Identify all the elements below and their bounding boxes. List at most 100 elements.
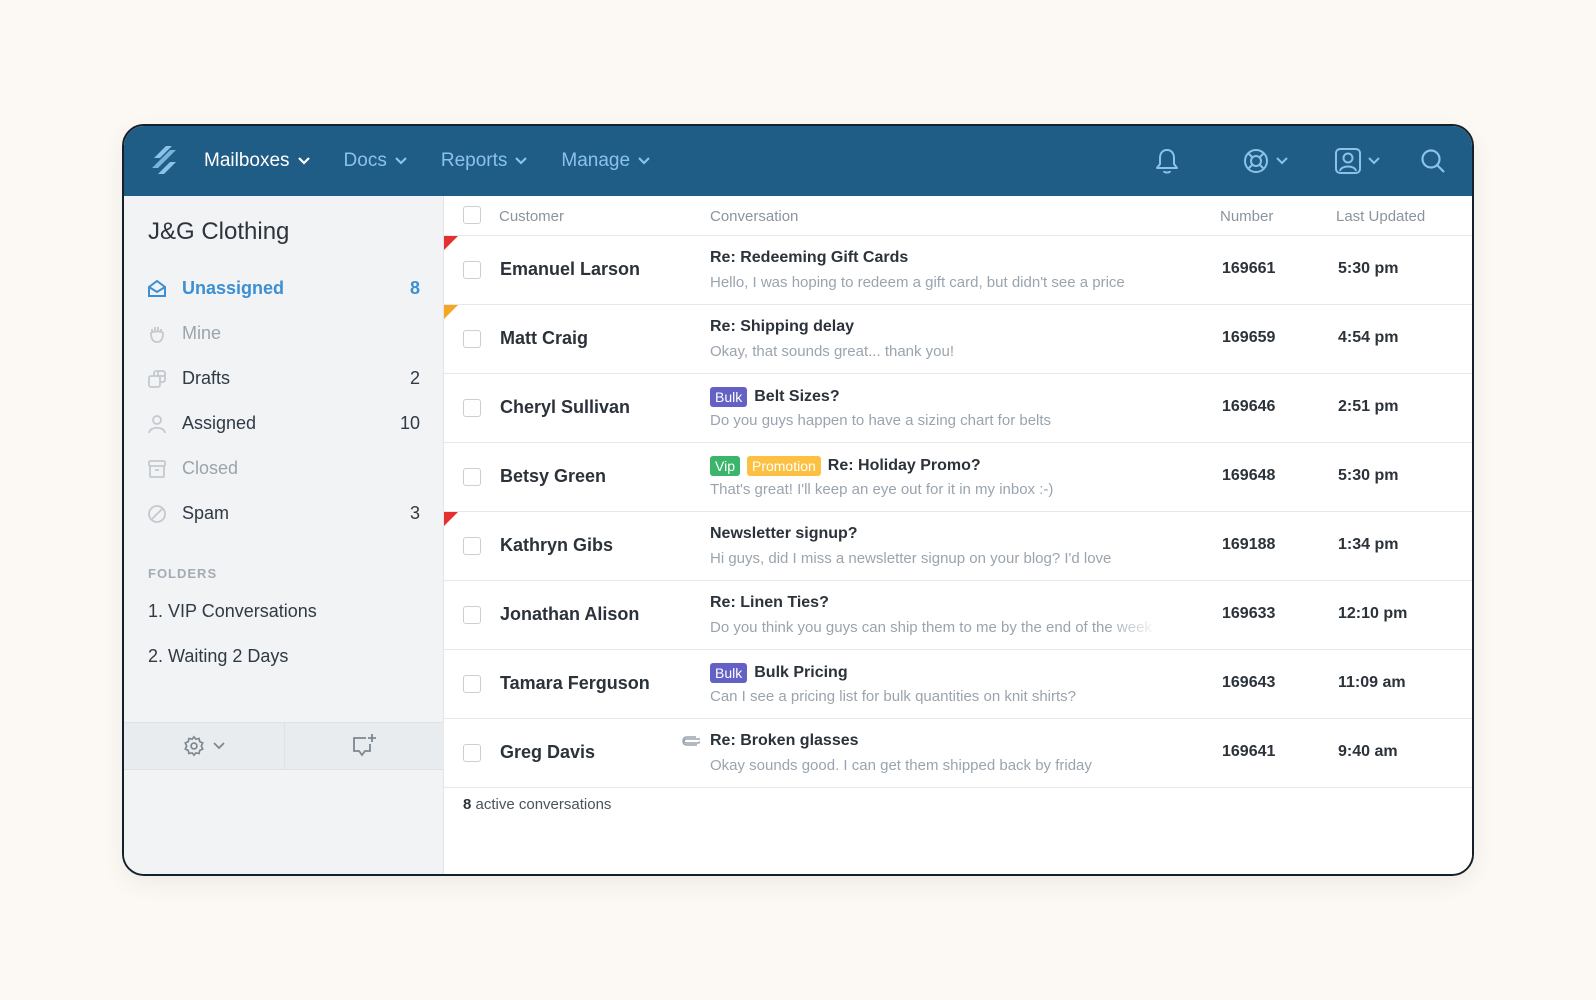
customer-name: Kathryn Gibs [500, 535, 614, 555]
table-row[interactable]: Jonathan Alison Re: Linen Ties? Do you thi… [444, 581, 1472, 650]
row-checkbox[interactable] [463, 744, 481, 762]
sidebar-item-mine[interactable]: Mine [146, 311, 420, 356]
nav-manage[interactable]: Manage [561, 150, 650, 172]
sidebar-item-unassigned[interactable]: Unassigned 8 [146, 266, 420, 311]
sidebar: J&G Clothing Unassigned 8 Mine Drafts 2 Assig… [124, 196, 444, 874]
table-row[interactable]: Tamara Ferguson Bulk Bulk Pricing Can I see… [444, 650, 1472, 719]
sidebar-item-label: Spam [182, 503, 230, 523]
nav-label: Mailboxes [204, 150, 290, 171]
priority-flag [444, 236, 458, 250]
customer-name: Jonathan Alison [500, 604, 640, 624]
help-menu-button[interactable] [1242, 147, 1288, 175]
select-all-checkbox[interactable] [463, 206, 481, 224]
sidebar-item-count: 3 [409, 503, 420, 523]
header-conversation[interactable]: Conversation [710, 208, 798, 225]
mailbox-settings-button[interactable] [124, 723, 285, 769]
conversation-number: 169646 [1222, 398, 1276, 415]
help-lifebuoy-icon [1244, 149, 1268, 173]
last-updated-time: 5:30 pm [1338, 467, 1399, 484]
chevron-down-icon [515, 157, 528, 165]
nav-mailboxes[interactable]: Mailboxes [204, 150, 310, 172]
mailbox-title: J&G Clothing [148, 218, 290, 245]
conversation-subject-line: Re: Redeeming Gift Cards [710, 249, 908, 267]
table-row[interactable]: Greg Davis Re: Broken glasses Okay sounds … [444, 719, 1472, 788]
conversation-subject: Re: Shipping delay [710, 318, 855, 335]
customer-name: Matt Craig [500, 328, 589, 348]
conversation-number: 169641 [1222, 743, 1276, 760]
search-button[interactable] [1420, 148, 1446, 174]
new-conversation-icon [353, 734, 377, 757]
bell-icon [1156, 149, 1178, 174]
conversation-preview: Hello, I was hoping to redeem a gift car… [710, 274, 1125, 291]
conversation-subject: Re: Holiday Promo? [827, 457, 981, 474]
conversation-subject-line: Re: Broken glasses [710, 732, 859, 750]
conversation-preview: Do you think you guys can ship them to m… [710, 619, 1152, 636]
hand-icon [146, 323, 168, 345]
conversation-subject: Belt Sizes? [754, 388, 840, 405]
table-header: Customer Conversation Number Last Update… [444, 196, 1472, 236]
active-conversations-count: 8 active conversations [463, 796, 611, 813]
table-row[interactable]: Cheryl Sullivan Bulk Belt Sizes? Do you guy… [444, 374, 1472, 443]
conversation-subject-line: Re: Linen Ties? [710, 594, 829, 612]
conversation-number: 169648 [1222, 467, 1276, 484]
header-last-updated[interactable]: Last Updated [1336, 208, 1425, 225]
tag-promotion[interactable]: Promotion [746, 456, 821, 476]
conversation-subject: Newsletter signup? [710, 525, 858, 542]
table-row[interactable]: Kathryn Gibs Newsletter signup? Hi guys, d… [444, 512, 1472, 581]
conversation-subject-line: Bulk Belt Sizes? [710, 387, 840, 407]
row-checkbox[interactable] [463, 675, 481, 693]
tag-vip[interactable]: Vip [710, 456, 740, 476]
row-checkbox[interactable] [463, 399, 481, 417]
sidebar-item-label: Closed [182, 458, 239, 478]
sidebar-footer [124, 722, 444, 770]
conversation-number: 169643 [1222, 674, 1276, 691]
account-menu-button[interactable] [1334, 147, 1380, 175]
chevron-down-icon [1276, 157, 1288, 165]
table-row[interactable]: Matt Craig Re: Shipping delay Okay, that s… [444, 305, 1472, 374]
header-number[interactable]: Number [1220, 208, 1273, 225]
last-updated-time: 12:10 pm [1338, 605, 1408, 622]
row-checkbox[interactable] [463, 468, 481, 486]
priority-flag [444, 305, 458, 319]
conversation-preview: Okay, that sounds great... thank you! [710, 343, 955, 360]
sidebar-item-drafts[interactable]: Drafts 2 [146, 356, 420, 401]
sidebar-item-label: Mine [182, 323, 222, 343]
nav-docs[interactable]: Docs [344, 150, 407, 172]
table-row[interactable]: Betsy Green Vip Promotion Re: Holiday Promo… [444, 443, 1472, 512]
last-updated-time: 9:40 am [1338, 743, 1398, 760]
nav-reports[interactable]: Reports [441, 150, 528, 172]
conversation-subject: Re: Linen Ties? [710, 594, 829, 611]
folder-waiting-2-days[interactable]: 2. Waiting 2 Days [148, 646, 288, 667]
attachment-icon [682, 736, 701, 746]
sidebar-item-label: Unassigned [182, 278, 285, 298]
row-checkbox[interactable] [463, 261, 481, 279]
conversation-subject-line: Bulk Bulk Pricing [710, 663, 848, 683]
customer-name: Betsy Green [500, 466, 607, 486]
table-row[interactable]: Emanuel Larson Re: Redeeming Gift Cards He… [444, 236, 1472, 305]
sidebar-item-closed[interactable]: Closed [146, 446, 420, 491]
header-customer[interactable]: Customer [499, 208, 564, 225]
customer-name: Emanuel Larson [500, 259, 641, 279]
last-updated-time: 5:30 pm [1338, 260, 1399, 277]
row-checkbox[interactable] [463, 537, 481, 555]
chevron-down-icon [213, 742, 225, 750]
conversation-preview: Do you guys happen to have a sizing char… [710, 412, 1052, 429]
chevron-down-icon [297, 157, 310, 165]
sidebar-item-count: 10 [399, 413, 420, 433]
row-checkbox[interactable] [463, 606, 481, 624]
tag-bulk[interactable]: Bulk [710, 387, 748, 407]
logo-icon[interactable] [150, 144, 180, 176]
sidebar-item-spam[interactable]: Spam 3 [146, 491, 420, 536]
row-checkbox[interactable] [463, 330, 481, 348]
folder-vip-conversations[interactable]: 1. VIP Conversations [148, 601, 317, 622]
sidebar-item-label: Drafts [182, 368, 231, 388]
sidebar-item-assigned[interactable]: Assigned 10 [146, 401, 420, 446]
conversation-subject: Re: Broken glasses [710, 732, 859, 749]
customer-name: Cheryl Sullivan [500, 397, 631, 417]
nav-right-icons [1154, 126, 1472, 196]
tag-bulk[interactable]: Bulk [710, 663, 748, 683]
notifications-button[interactable] [1154, 147, 1180, 175]
conversation-subject-line: Vip Promotion Re: Holiday Promo? [710, 456, 981, 476]
customer-name: Tamara Ferguson [500, 673, 650, 693]
new-conversation-button[interactable] [285, 723, 445, 769]
